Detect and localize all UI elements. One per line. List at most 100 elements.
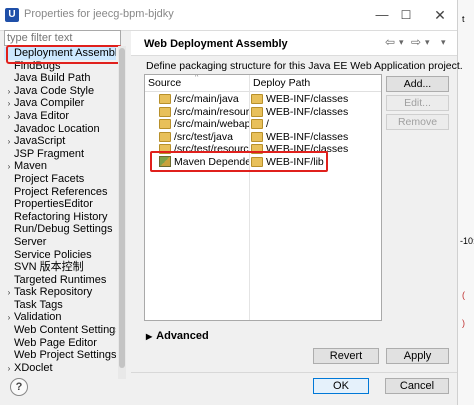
remove-button[interactable]: Remove xyxy=(386,114,449,130)
revert-button[interactable]: Revert xyxy=(313,348,379,364)
nav-item[interactable]: PropertiesEditor xyxy=(4,198,116,211)
source-cell: /src/test/java xyxy=(159,131,249,144)
close-button[interactable]: ✕ xyxy=(430,5,450,25)
ok-button[interactable]: OK xyxy=(313,378,369,394)
nav-item[interactable]: Java Build Path xyxy=(4,72,116,85)
nav-item[interactable]: Targeted Runtimes xyxy=(4,274,116,287)
edge-text: ) xyxy=(462,318,465,328)
nav-item-label: PropertiesEditor xyxy=(14,198,93,211)
edge-text: ( xyxy=(462,290,465,300)
minimize-button[interactable]: — xyxy=(372,5,392,25)
source-cell: /src/main/java xyxy=(159,93,249,106)
nav-item-label: Validation xyxy=(14,311,62,324)
page-title: Web Deployment Assembly xyxy=(144,38,288,50)
window-title: Properties for jeecg-bpm-bjdky xyxy=(24,8,174,20)
nav-item-label: JSP Fragment xyxy=(14,147,85,160)
forward-arrow-icon[interactable]: ⇨ xyxy=(411,35,421,49)
view-menu-icon[interactable]: ▾ xyxy=(441,37,446,48)
edge-text: t xyxy=(462,14,465,24)
maximize-button[interactable]: ☐ xyxy=(396,5,416,25)
edge-text: -10: xyxy=(460,236,474,246)
source-path: /src/main/webapp xyxy=(174,118,249,130)
annotation-highlight-maven-dependencies xyxy=(150,151,328,172)
nav-item[interactable]: Project References xyxy=(4,186,116,199)
nav-item[interactable]: › Java Editor xyxy=(4,110,116,123)
nav-item[interactable]: › Java Code Style xyxy=(4,85,116,98)
table-header: Source ^ Deploy Path xyxy=(145,75,381,92)
nav-item[interactable]: Run/Debug Settings xyxy=(4,223,116,236)
deploy-path: WEB-INF/classes xyxy=(266,130,349,143)
nav-item-label: Javadoc Location xyxy=(14,122,100,135)
nav-item[interactable]: Refactoring History xyxy=(4,211,116,224)
annotation-highlight-deployment-assembly xyxy=(6,45,122,64)
column-header-source[interactable]: Source xyxy=(148,77,181,89)
deploy-path-cell: WEB-INF/classes xyxy=(251,131,379,144)
title-bar: U Properties for jeecg-bpm-bjdky — ☐ ✕ xyxy=(0,0,474,31)
nav-item-label: Web Project Settings xyxy=(14,349,116,362)
nav-item-label: Run/Debug Settings xyxy=(14,223,113,236)
forward-menu-icon[interactable]: ▾ xyxy=(425,37,430,48)
nav-item[interactable]: Project Facets xyxy=(4,173,116,186)
nav-item[interactable]: Server xyxy=(4,236,116,249)
nav-item[interactable]: › JavaScript xyxy=(4,135,116,148)
nav-item[interactable]: Web Page Editor xyxy=(4,337,116,350)
panel-header: Web Deployment Assembly ⇦ ▾ ⇨ ▾ ▾ xyxy=(131,31,457,56)
back-arrow-icon[interactable]: ⇦ xyxy=(385,35,395,49)
nav-item[interactable]: Web Content Settings xyxy=(4,324,116,337)
apply-button[interactable]: Apply xyxy=(386,348,449,364)
table-row[interactable]: /src/main/java WEB-INF/classes xyxy=(145,93,381,106)
nav-item-label: Project Facets xyxy=(14,172,85,185)
nav-item-label: Targeted Runtimes xyxy=(14,273,107,286)
nav-item[interactable]: Javadoc Location xyxy=(4,123,116,136)
nav-item[interactable]: SVN 版本控制 xyxy=(4,261,116,274)
table-row[interactable]: /src/main/webapp / xyxy=(145,118,381,131)
folder-icon xyxy=(159,94,171,105)
nav-item-label: Java Code Style xyxy=(14,84,95,97)
nav-item-label: XDoclet xyxy=(14,361,53,374)
expand-triangle-icon: ▶ xyxy=(146,332,153,341)
table-row[interactable]: /src/main/resources WEB-INF/classes xyxy=(145,106,381,119)
nav-scrollbar[interactable] xyxy=(118,46,126,379)
nav-item[interactable]: Service Policies xyxy=(4,249,116,262)
add-button[interactable]: Add... xyxy=(386,76,449,92)
deploy-path-cell: / xyxy=(251,118,379,131)
deploy-path-cell: WEB-INF/classes xyxy=(251,106,379,119)
column-header-deploy-path[interactable]: Deploy Path xyxy=(253,77,310,89)
edit-button[interactable]: Edit... xyxy=(386,95,449,111)
advanced-label: Advanced xyxy=(156,330,209,342)
folder-icon xyxy=(251,131,263,142)
nav-item[interactable]: › Maven xyxy=(4,160,116,173)
deploy-path-cell: WEB-INF/classes xyxy=(251,93,379,106)
folder-icon xyxy=(251,106,263,117)
table-row[interactable]: /src/test/java WEB-INF/classes xyxy=(145,131,381,144)
sort-indicator-icon: ^ xyxy=(195,74,199,81)
cancel-button[interactable]: Cancel xyxy=(385,378,449,394)
nav-item[interactable]: › Validation xyxy=(4,311,116,324)
nav-item-label: Java Build Path xyxy=(14,72,91,85)
nav-item-label: Java Editor xyxy=(14,109,70,122)
nav-item[interactable]: JSP Fragment xyxy=(4,148,116,161)
nav-item[interactable]: › XDoclet xyxy=(4,362,116,375)
back-menu-icon[interactable]: ▾ xyxy=(399,37,404,48)
assembly-table[interactable]: Source ^ Deploy Path /src/main/java WEB-I… xyxy=(144,74,382,321)
nav-item[interactable]: › Java Compiler xyxy=(4,97,116,110)
nav-item-label: SVN 版本控制 xyxy=(14,261,84,274)
nav-item-label: Maven xyxy=(14,160,48,173)
nav-item-label: Project References xyxy=(14,185,108,198)
nav-item[interactable]: › Task Repository xyxy=(4,286,116,299)
nav-item[interactable]: Web Project Settings xyxy=(4,349,116,362)
advanced-section-toggle[interactable]: ▶ Advanced xyxy=(146,330,209,342)
help-icon[interactable]: ? xyxy=(10,378,28,396)
source-path: /src/main/resources xyxy=(174,105,249,118)
nav-item[interactable]: Task Tags xyxy=(4,299,116,312)
nav-item-label: Web Content Settings xyxy=(14,324,116,337)
source-cell: /src/main/webapp xyxy=(159,118,249,131)
source-cell: /src/main/resources xyxy=(159,106,249,119)
filter-input[interactable] xyxy=(4,30,121,46)
description-text: Define packaging structure for this Java… xyxy=(146,60,463,72)
expand-chevron-icon[interactable]: › xyxy=(4,363,14,376)
nav-item-label: Refactoring History xyxy=(14,210,108,223)
nav-scrollbar-thumb[interactable] xyxy=(119,48,125,368)
nav-item-label: Server xyxy=(14,235,47,248)
nav-item-label: Web Page Editor xyxy=(14,336,97,349)
